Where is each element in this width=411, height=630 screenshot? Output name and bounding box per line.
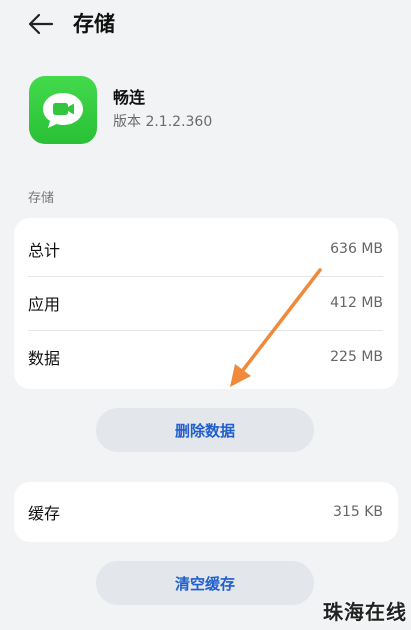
storage-row-data: 数据 225 MB bbox=[14, 330, 398, 384]
video-call-icon bbox=[43, 93, 83, 128]
cache-value: 315 KB bbox=[333, 504, 383, 520]
row-value: 636 MB bbox=[330, 241, 383, 257]
cache-label: 缓存 bbox=[28, 504, 61, 523]
top-bar: 存储 bbox=[0, 0, 411, 50]
row-label: 应用 bbox=[28, 295, 61, 314]
page-title: 存储 bbox=[73, 12, 115, 36]
row-value: 225 MB bbox=[330, 349, 383, 365]
app-name: 畅连 bbox=[113, 88, 146, 107]
back-button[interactable] bbox=[26, 9, 56, 39]
delete-data-button[interactable]: 删除数据 bbox=[96, 408, 314, 452]
storage-section-label: 存储 bbox=[28, 191, 55, 206]
row-label: 总计 bbox=[28, 241, 61, 260]
storage-row-total: 总计 636 MB bbox=[14, 222, 398, 276]
cache-row: 缓存 315 KB bbox=[14, 485, 398, 539]
clear-cache-button[interactable]: 清空缓存 bbox=[96, 561, 314, 605]
row-value: 412 MB bbox=[330, 295, 383, 311]
arrow-left-icon bbox=[28, 13, 54, 35]
storage-card: 总计 636 MB 应用 412 MB 数据 225 MB bbox=[14, 218, 398, 389]
cache-card: 缓存 315 KB bbox=[14, 482, 398, 542]
app-version: 版本 2.1.2.360 bbox=[113, 114, 213, 130]
row-label: 数据 bbox=[28, 349, 61, 368]
storage-row-app: 应用 412 MB bbox=[14, 276, 398, 330]
app-icon bbox=[29, 76, 97, 144]
watermark: 珠海在线 bbox=[323, 600, 407, 624]
